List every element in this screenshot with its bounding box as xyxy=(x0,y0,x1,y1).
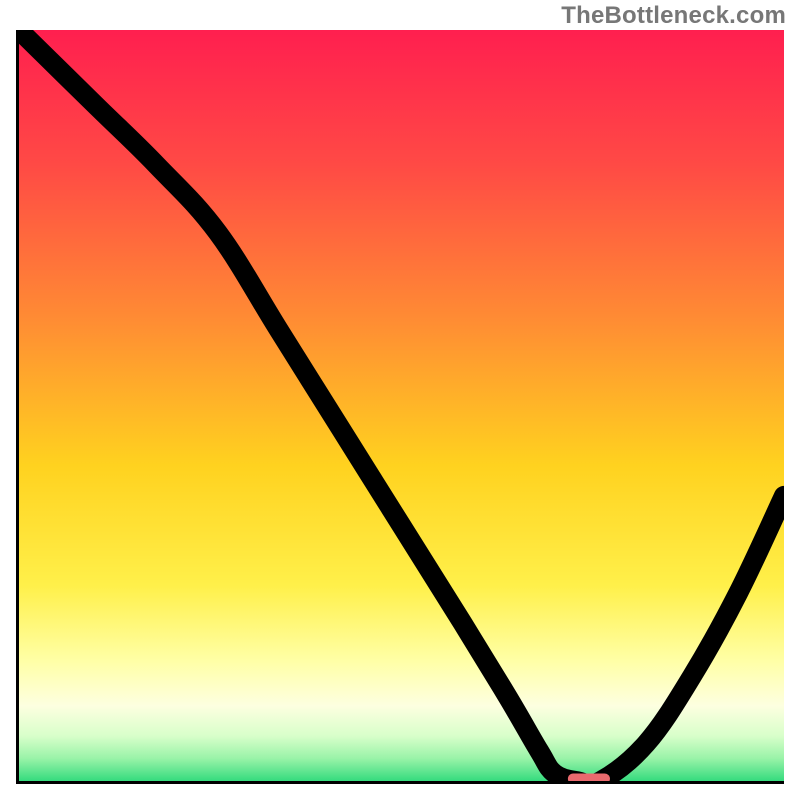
bottleneck-chart: TheBottleneck.com xyxy=(0,0,800,800)
optimal-marker xyxy=(19,30,784,781)
watermark-text: TheBottleneck.com xyxy=(561,2,786,30)
plot-area xyxy=(16,30,784,784)
